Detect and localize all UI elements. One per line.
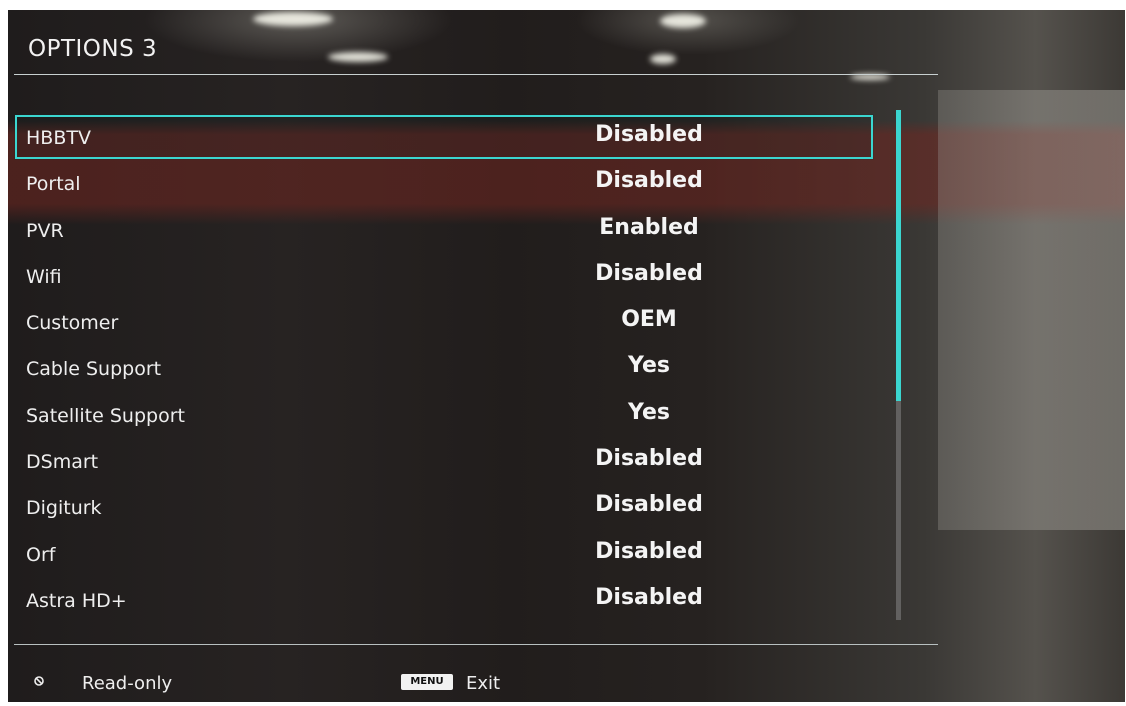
ceiling-light-reflection [328, 52, 388, 62]
option-row[interactable]: Satellite Support Yes [14, 392, 874, 438]
option-value[interactable]: Yes [519, 400, 779, 425]
option-value[interactable]: Disabled [519, 446, 779, 471]
option-value[interactable]: Disabled [519, 122, 779, 147]
option-value[interactable]: Disabled [519, 585, 779, 610]
option-label: Satellite Support [26, 404, 185, 427]
option-value[interactable]: Disabled [519, 539, 779, 564]
option-row[interactable]: HBBTV Disabled [14, 114, 874, 161]
footer-divider [14, 644, 938, 645]
option-label: PVR [26, 219, 64, 242]
option-label: Cable Support [26, 358, 162, 381]
footer-bar: Read-only MENU Exit [8, 670, 1008, 700]
tv-screen: OPTIONS 3 HBBTV Disabled Portal Disabled… [8, 10, 1125, 702]
ceiling-light-reflection [253, 12, 333, 26]
option-label: Portal [26, 173, 81, 196]
option-label: DSmart [26, 451, 99, 474]
option-row[interactable]: Digiturk Disabled [14, 484, 874, 530]
option-value[interactable]: Disabled [519, 492, 779, 517]
option-row[interactable]: Astra HD+ Disabled [14, 577, 874, 623]
option-row[interactable]: Portal Disabled [14, 160, 874, 206]
option-row[interactable]: Orf Disabled [14, 531, 874, 577]
circle-slash-icon [34, 676, 44, 686]
option-label: HBBTV [26, 127, 91, 149]
option-label: Orf [26, 543, 56, 566]
title-divider [14, 74, 938, 75]
option-label: Astra HD+ [26, 589, 127, 612]
option-row[interactable]: DSmart Disabled [14, 438, 874, 484]
option-value[interactable]: Enabled [519, 215, 779, 240]
option-label: Digiturk [26, 497, 102, 520]
background-reflection [938, 90, 1125, 530]
option-value[interactable]: OEM [519, 307, 779, 332]
option-row[interactable]: Cable Support Yes [14, 345, 874, 391]
option-label: Wifi [26, 265, 62, 288]
option-value[interactable]: Disabled [519, 168, 779, 193]
option-label: Customer [26, 312, 119, 335]
scrollbar-thumb[interactable] [896, 110, 901, 401]
readonly-label: Read-only [82, 673, 173, 694]
option-value[interactable]: Disabled [519, 261, 779, 286]
option-row[interactable]: Customer OEM [14, 299, 874, 345]
options-list: HBBTV Disabled Portal Disabled PVR Enabl… [14, 114, 874, 623]
ceiling-light-reflection [660, 14, 706, 28]
option-row[interactable]: PVR Enabled [14, 207, 874, 253]
exit-label[interactable]: Exit [466, 673, 500, 694]
option-row[interactable]: Wifi Disabled [14, 253, 874, 299]
ceiling-light-reflection [650, 54, 676, 64]
menu-key-badge[interactable]: MENU [401, 674, 453, 690]
scrollbar[interactable] [896, 110, 901, 620]
page-title: OPTIONS 3 [28, 36, 158, 62]
option-value[interactable]: Yes [519, 353, 779, 378]
